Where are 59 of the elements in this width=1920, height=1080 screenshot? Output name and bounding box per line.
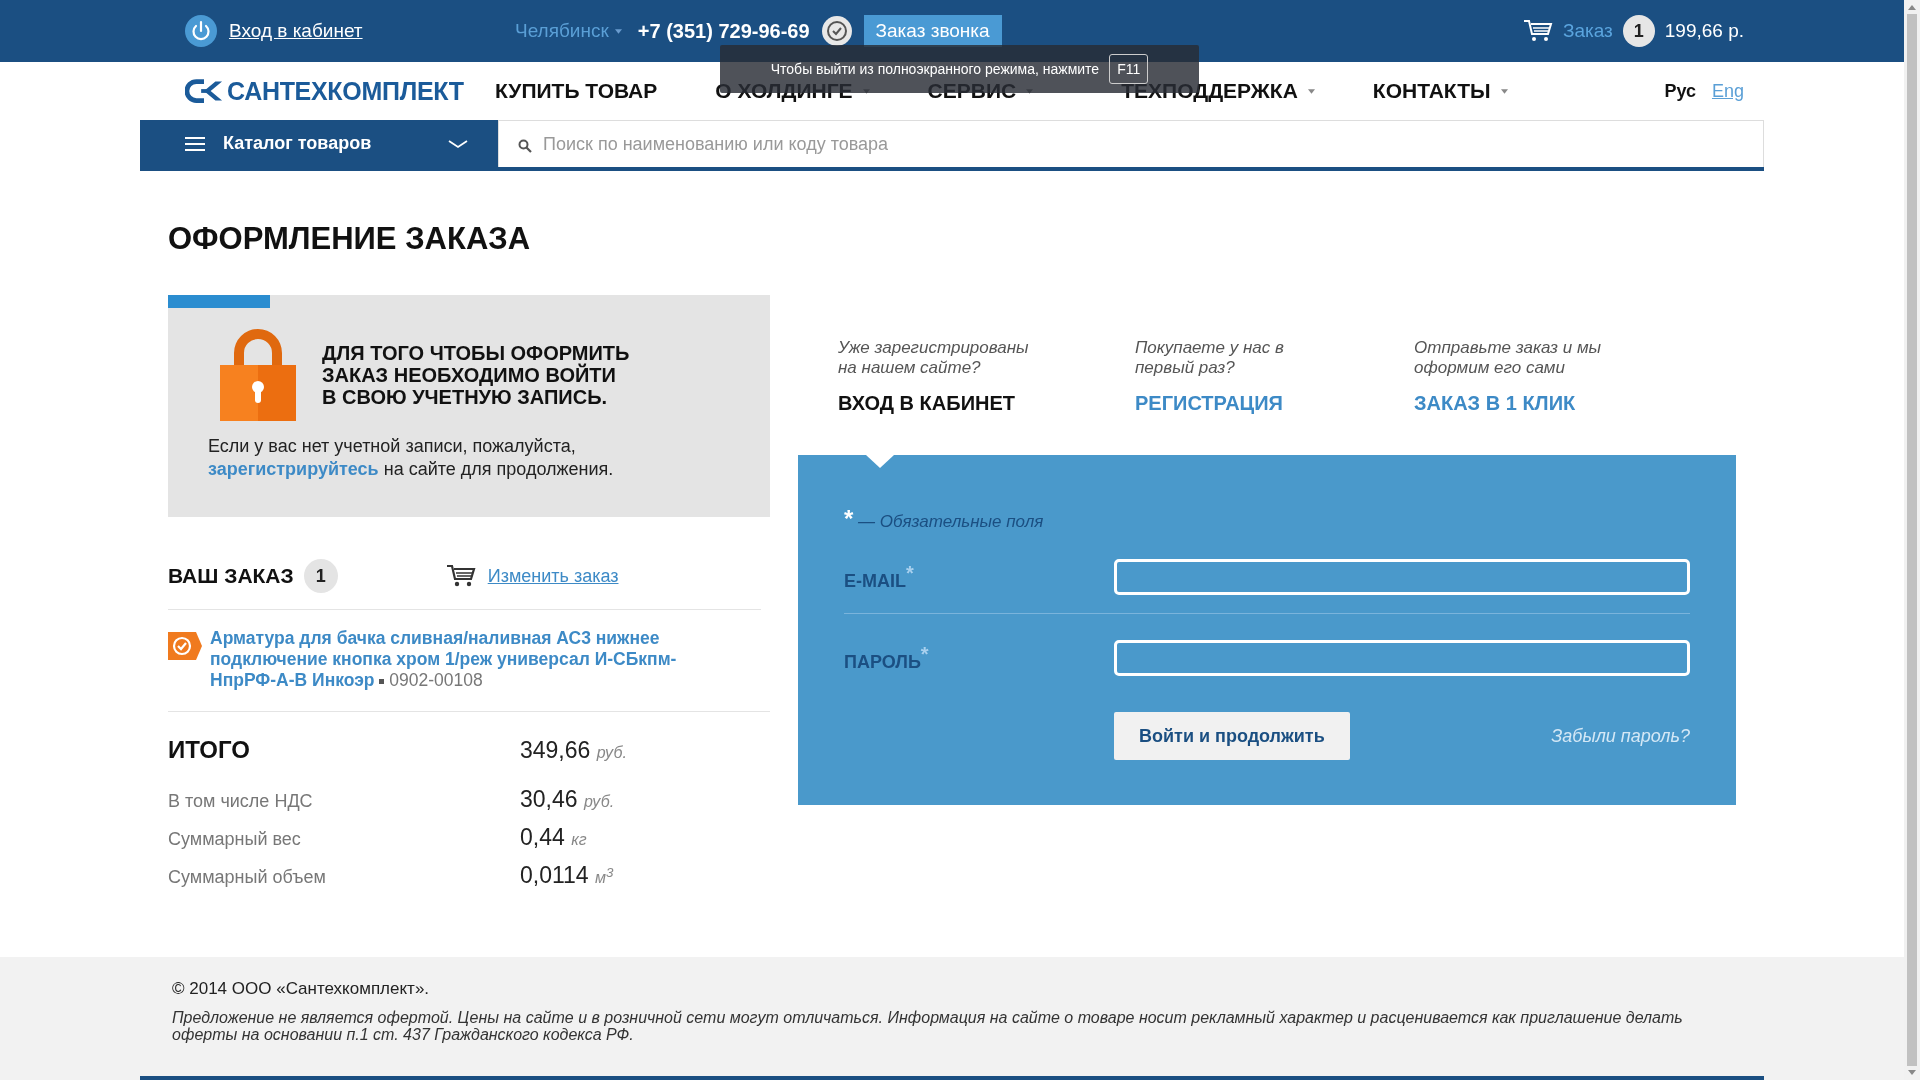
nav-item[interactable]: КОНТАКТЫ: [1372, 79, 1491, 103]
summary-label: В том числе НДС: [168, 791, 314, 812]
menu-icon: [185, 136, 205, 151]
summary-value: 0,44 кг: [520, 824, 587, 851]
login-link[interactable]: Вход в кабинет: [229, 20, 363, 42]
register-link[interactable]: зарегистрируйтесь: [208, 459, 379, 479]
caret-icon[interactable]: [614, 28, 622, 34]
summary-label: ИТОГО: [168, 736, 251, 764]
input-field[interactable]: [1114, 640, 1690, 676]
submit-button[interactable]: Войти и продолжить: [1114, 712, 1350, 760]
tab-hint: Отправьте заказ и мы оформим его сами: [1414, 338, 1603, 378]
input-field[interactable]: [1114, 559, 1690, 595]
tab-hint: Покупаете у нас в первый раз?: [1135, 338, 1285, 378]
check-tag-icon: [168, 632, 202, 660]
phone-number: +7 (351) 729-96-69: [637, 19, 810, 43]
summary-value: 30,46 руб.: [520, 786, 615, 813]
notice-text: Если у вас нет учетной записи, пожалуйста, зарегистрируйтесь на сайте для продолжения.: [208, 435, 615, 481]
auth-tab[interactable]: ВХОД В КАБИНЕТ: [838, 392, 1015, 415]
search-icon: [518, 139, 532, 153]
summary-label: Суммарный вес: [168, 829, 302, 850]
edit-order-link[interactable]: Изменить заказ: [487, 565, 619, 587]
search-field[interactable]: Поиск по наименованию или коду товара: [498, 120, 1764, 167]
summary-value: 349,66 руб.: [520, 737, 627, 764]
summary-value: 0,0114 м$^{3}$: [520, 862, 614, 889]
auth-tab[interactable]: РЕГИСТРАЦИЯ: [1135, 392, 1283, 415]
cart-icon: [445, 564, 476, 588]
caret-icon[interactable]: [1500, 88, 1508, 94]
logo-icon[interactable]: [185, 79, 223, 103]
cart-icon[interactable]: [1522, 19, 1553, 43]
callback-button[interactable]: Заказ звонка: [863, 15, 1002, 47]
cart-link[interactable]: Заказ: [1562, 20, 1613, 42]
notice-heading: ДЛЯ ТОГО ЧТОБЫ ОФОРМИТЬ ЗАКАЗ НЕОБХОДИМО ВОЙТИ В СВОЮ УЧЕТНУЮ ЗАПИСЬ.: [322, 342, 631, 408]
disclaimer-text: Предложение не является офертой. Цены на сайте и в розничной сети могут отличаться. Информация на сайте о товаре носит рекламный характер и расценивается как приглашение делать оферты на основании п.1 ст. 437 Гражданского кодекса РФ.: [172, 1009, 1684, 1043]
clock-icon: [821, 16, 852, 46]
padlock-icon: [218, 329, 298, 421]
logo-text[interactable]: САНТЕХКОМПЛЕКТ: [227, 76, 464, 106]
language-link[interactable]: Eng: [1711, 80, 1744, 102]
auth-tab[interactable]: ЗАКАЗ В 1 КЛИК: [1414, 392, 1576, 415]
key-label: F11: [1109, 54, 1149, 84]
cart-count-badge: 1: [1622, 15, 1655, 47]
order-count-badge: 1: [303, 559, 338, 593]
pointer-notch: [866, 455, 894, 468]
copyright-text: © 2014 ООО «Сантехкомплект».: [172, 979, 431, 999]
product-link[interactable]: Арматура для бачка сливная/наливная АС3 нижнее подключение кнопка хром 1/реж универсал И-СБкпм-НпрРФ-А-В Инкоэр 0902-00108: [210, 628, 730, 691]
page-title: ОФОРМЛЕНИЕ ЗАКАЗА: [168, 221, 532, 257]
power-icon[interactable]: [185, 15, 217, 47]
tab-hint: Уже зарегистрированы на нашем сайте?: [838, 338, 1030, 378]
city-selector[interactable]: Челябинск: [515, 20, 609, 42]
caret-icon[interactable]: [1307, 88, 1315, 94]
catalog-button[interactable]: Каталог товаров: [140, 120, 498, 167]
forgot-password-link[interactable]: Забыли пароль?: [1551, 725, 1690, 747]
scrollbar[interactable]: [1904, 0, 1920, 1080]
nav-item[interactable]: КУПИТЬ ТОВАР: [495, 79, 658, 103]
required-note: * — Обязательные поля: [844, 505, 1045, 533]
cart-total: 199,66 р.: [1664, 20, 1744, 42]
summary-label: Суммарный объем: [168, 867, 327, 888]
chevron-down-icon: [448, 138, 468, 149]
order-title: ВАШ ЗАКАЗ: [168, 564, 294, 588]
language-link[interactable]: Рус: [1664, 80, 1696, 102]
